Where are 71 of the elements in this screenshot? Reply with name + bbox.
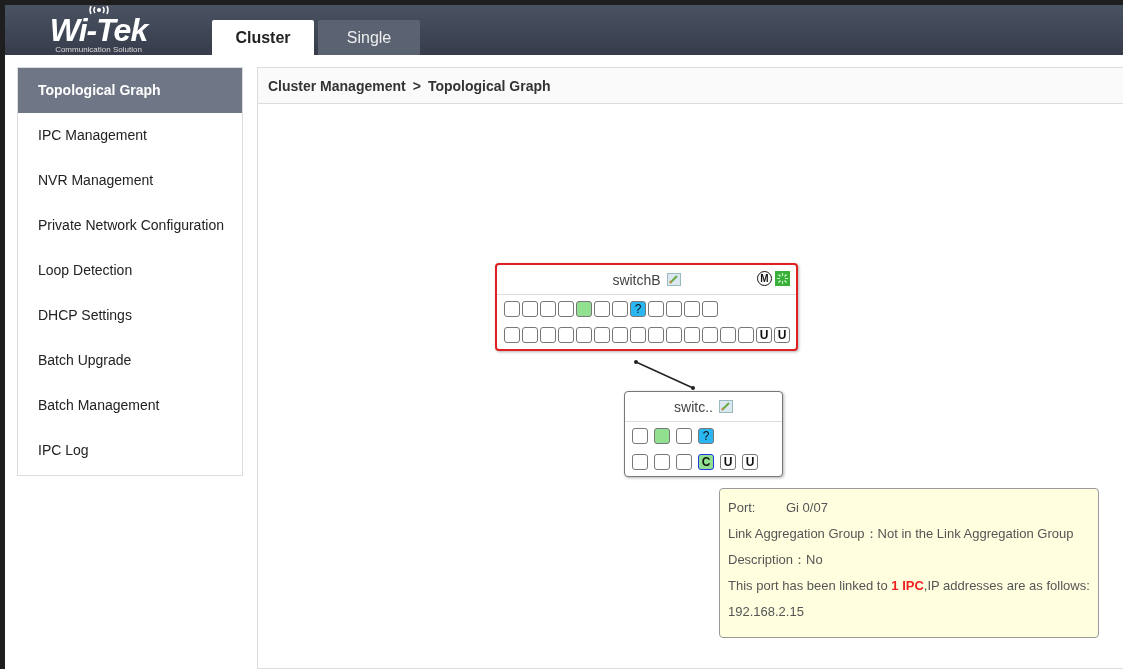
port-square[interactable] bbox=[720, 327, 736, 343]
port-square[interactable]: ? bbox=[698, 428, 714, 444]
breadcrumb-current: Topological Graph bbox=[427, 77, 551, 94]
sidebar-item[interactable]: IPC Management bbox=[18, 113, 242, 158]
port-square[interactable] bbox=[504, 327, 520, 343]
sidebar-item[interactable]: NVR Management bbox=[18, 158, 242, 203]
port-square[interactable] bbox=[612, 301, 628, 317]
wifi-icon bbox=[86, 5, 111, 15]
switch-name: switc.. bbox=[674, 398, 713, 415]
port-square[interactable] bbox=[612, 327, 628, 343]
port-square[interactable] bbox=[540, 327, 556, 343]
sidebar-item[interactable]: Loop Detection bbox=[18, 248, 242, 293]
port-square[interactable] bbox=[648, 301, 664, 317]
sidebar-item[interactable]: Batch Management bbox=[18, 383, 242, 428]
port-square[interactable] bbox=[684, 327, 700, 343]
connector-line bbox=[634, 360, 695, 390]
port-square[interactable] bbox=[654, 428, 670, 444]
port-square[interactable] bbox=[576, 327, 592, 343]
switch-name: switchB bbox=[612, 271, 661, 288]
port-square[interactable] bbox=[540, 301, 556, 317]
port-square[interactable] bbox=[676, 454, 692, 470]
edit-icon[interactable] bbox=[666, 273, 681, 286]
port-square[interactable] bbox=[504, 301, 520, 317]
tooltip-text: This port has been linked to 1 IPC,IP addresses are as follows: bbox=[728, 578, 1090, 594]
port-square[interactable]: U bbox=[742, 454, 758, 470]
port-square[interactable]: U bbox=[756, 327, 772, 343]
port-square[interactable] bbox=[738, 327, 754, 343]
sidebar-item[interactable]: Topological Graph bbox=[18, 68, 242, 113]
port-square[interactable] bbox=[702, 301, 718, 317]
port-square[interactable] bbox=[558, 301, 574, 317]
breadcrumb-separator: > bbox=[412, 77, 421, 94]
port-square[interactable] bbox=[666, 327, 682, 343]
tooltip-value: Gi 0/07 bbox=[786, 500, 828, 516]
tooltip-label: Port: bbox=[728, 500, 757, 516]
switch-node[interactable]: switc.. ? C U U bbox=[624, 391, 783, 477]
port-square[interactable] bbox=[702, 327, 718, 343]
port-square[interactable] bbox=[648, 327, 664, 343]
sidebar-item[interactable]: Private Network Configuration bbox=[18, 203, 242, 248]
breadcrumb-link[interactable]: Cluster Management bbox=[268, 77, 406, 94]
edit-icon[interactable] bbox=[718, 400, 733, 413]
sidebar-item[interactable]: IPC Log bbox=[18, 428, 242, 473]
status-icon bbox=[775, 271, 790, 286]
port-square[interactable] bbox=[684, 301, 700, 317]
port-square[interactable]: ? bbox=[630, 301, 646, 317]
port-square[interactable] bbox=[594, 301, 610, 317]
port-square[interactable] bbox=[654, 454, 670, 470]
port-square[interactable] bbox=[558, 327, 574, 343]
port-square[interactable] bbox=[522, 327, 538, 343]
port-square[interactable] bbox=[630, 327, 646, 343]
port-square[interactable]: U bbox=[774, 327, 790, 343]
port-square[interactable] bbox=[522, 301, 538, 317]
tab[interactable]: Single bbox=[318, 20, 420, 55]
port-square[interactable] bbox=[676, 428, 692, 444]
tooltip-label: Description： bbox=[728, 552, 807, 568]
port-square[interactable] bbox=[632, 454, 648, 470]
port-square[interactable] bbox=[666, 301, 682, 317]
port-square[interactable]: U bbox=[720, 454, 736, 470]
tooltip-label: Link Aggregation Group： bbox=[728, 526, 878, 542]
tooltip-value: Not in the Link Aggregation Group bbox=[877, 526, 1074, 542]
port-square[interactable] bbox=[632, 428, 648, 444]
port-square[interactable] bbox=[576, 301, 592, 317]
logo-text: Wi-Tek bbox=[49, 15, 148, 45]
switch-node[interactable]: switchB M ? U U bbox=[495, 263, 798, 351]
sidebar-item[interactable]: Batch Upgrade bbox=[18, 338, 242, 383]
sidebar-item[interactable]: DHCP Settings bbox=[18, 293, 242, 338]
port-square[interactable] bbox=[594, 327, 610, 343]
logo-tagline: Communication Solution bbox=[55, 45, 142, 55]
tab[interactable]: Cluster bbox=[212, 20, 314, 55]
tooltip-text: 192.168.2.15 bbox=[728, 604, 804, 620]
port-square[interactable]: C bbox=[698, 454, 714, 470]
tooltip-value: No bbox=[806, 552, 823, 568]
